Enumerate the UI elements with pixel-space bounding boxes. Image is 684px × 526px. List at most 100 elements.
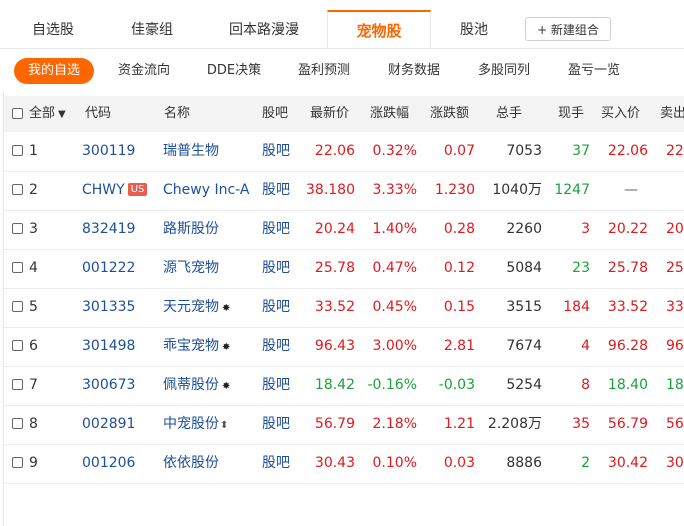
- market-badge: US: [127, 183, 148, 196]
- stock-name-link[interactable]: 瑞普生物: [163, 132, 219, 171]
- header-volume[interactable]: 总手: [496, 96, 522, 132]
- subnav-profit-forecast[interactable]: 盈利预测: [284, 58, 364, 84]
- new-group-button[interactable]: + 新建组合: [525, 17, 611, 41]
- current-volume: 8: [581, 377, 590, 393]
- total-volume: 7674: [506, 338, 542, 354]
- stock-name-link[interactable]: 天元宠物 ✸: [163, 288, 230, 327]
- stock-code: 001206: [82, 455, 136, 471]
- guba-link[interactable]: 股吧: [262, 405, 290, 444]
- guba-link[interactable]: 股吧: [262, 327, 290, 366]
- row-checkbox[interactable]: [12, 457, 23, 468]
- ask-price: 25.: [666, 260, 684, 276]
- latest-price: 33.52: [314, 299, 355, 315]
- stock-name: 佩蒂股份: [163, 377, 219, 393]
- header-ask[interactable]: 卖出: [660, 96, 684, 132]
- stock-name: 路斯股份: [163, 221, 219, 237]
- table-row[interactable]: 2 CHWY US Chewy Inc-A 股吧 38.180 3.33% 1.230 1040…: [4, 171, 684, 211]
- change-percent: 1.40%: [372, 221, 417, 237]
- row-index: 5: [29, 299, 38, 315]
- row-checkbox[interactable]: [12, 379, 23, 390]
- table-row[interactable]: 5 301335 天元宠物 ✸ 股吧 33.52 0.45% 0.15 3515 184 33.52…: [4, 288, 684, 328]
- change-percent: 0.10%: [372, 455, 417, 471]
- table-row[interactable]: 3 832419 路斯股份 股吧 20.24 1.40% 0.28 2260 3 20.22 20.: [4, 210, 684, 250]
- header-current[interactable]: 现手: [558, 96, 584, 132]
- guba-link[interactable]: 股吧: [262, 444, 290, 483]
- stock-code-link[interactable]: 002891: [82, 405, 135, 444]
- guba-link[interactable]: 股吧: [262, 210, 290, 249]
- stock-code-link[interactable]: 001222: [82, 249, 135, 288]
- stock-name-link[interactable]: Chewy Inc-A: [163, 171, 249, 210]
- stock-name: 天元宠物: [163, 299, 219, 315]
- header-name[interactable]: 名称: [164, 96, 190, 132]
- current-volume: 1247: [554, 182, 590, 198]
- table-row[interactable]: 4 001222 源飞宠物 股吧 25.78 0.47% 0.12 5084 23 25.78 25…: [4, 249, 684, 289]
- stock-code-link[interactable]: 301335: [82, 288, 135, 327]
- change-amount: 1.230: [434, 182, 475, 198]
- stock-name-link[interactable]: 佩蒂股份 ✸: [163, 366, 230, 405]
- current-volume: 184: [563, 299, 590, 315]
- row-checkbox[interactable]: [12, 184, 23, 195]
- stock-code-link[interactable]: 301498: [82, 327, 135, 366]
- row-checkbox[interactable]: [12, 145, 23, 156]
- subnav-financial-data[interactable]: 财务数据: [374, 58, 454, 84]
- current-volume: 23: [572, 260, 590, 276]
- table-row[interactable]: 1 300119 瑞普生物 股吧 22.06 0.32% 0.07 7053 37 22.06 22…: [4, 132, 684, 172]
- stock-code: 300673: [82, 377, 136, 393]
- stock-code-link[interactable]: 300673: [82, 366, 135, 405]
- header-bar[interactable]: 股吧: [262, 96, 288, 132]
- row-checkbox[interactable]: [12, 340, 23, 351]
- select-all-checkbox[interactable]: [12, 108, 23, 119]
- guba-link[interactable]: 股吧: [262, 132, 290, 171]
- table-row[interactable]: 6 301498 乖宝宠物 ✸ 股吧 96.43 3.00% 2.81 7674 4 96.28 96…: [4, 327, 684, 367]
- latest-price: 38.180: [306, 182, 355, 198]
- row-checkbox[interactable]: [12, 262, 23, 273]
- stock-code: 001222: [82, 260, 136, 276]
- guba-link[interactable]: 股吧: [262, 366, 290, 405]
- header-price[interactable]: 最新价: [310, 96, 349, 132]
- stock-code: CHWY: [82, 182, 125, 198]
- subnav-dde[interactable]: DDE决策: [194, 58, 274, 84]
- ask-price: 30.: [666, 455, 684, 471]
- row-checkbox[interactable]: [12, 223, 23, 234]
- bid-price: 33.52: [607, 299, 648, 315]
- ask-price: 22.: [666, 143, 684, 159]
- guba-link[interactable]: 股吧: [262, 288, 290, 327]
- stock-code-link[interactable]: 300119: [82, 132, 135, 171]
- header-pct[interactable]: 涨跌幅: [370, 96, 409, 132]
- stock-code: 300119: [82, 143, 136, 159]
- header-bid[interactable]: 买入价: [601, 96, 640, 132]
- header-chg[interactable]: 涨跌额: [430, 96, 469, 132]
- stock-code: 301498: [82, 338, 136, 354]
- row-checkbox[interactable]: [12, 418, 23, 429]
- stock-name-link[interactable]: 源飞宠物: [163, 249, 219, 288]
- tab-huibenlu[interactable]: 回本路漫漫: [212, 12, 316, 48]
- tab-guchi[interactable]: 股池: [432, 12, 516, 48]
- change-amount: -0.03: [438, 377, 475, 393]
- subnav-multi-stock[interactable]: 多股同列: [464, 58, 544, 84]
- header-all[interactable]: 全部 ▼: [29, 96, 66, 132]
- tab-chongwugu[interactable]: 宠物股: [327, 10, 431, 48]
- table-row[interactable]: 7 300673 佩蒂股份 ✸ 股吧 18.42 -0.16% -0.03 5254 8 18.40…: [4, 366, 684, 406]
- guba-link[interactable]: 股吧: [262, 249, 290, 288]
- subnav-pnl-overview[interactable]: 盈亏一览: [554, 58, 634, 84]
- subnav-my-watchlist[interactable]: 我的自选: [14, 58, 94, 84]
- row-index: 1: [29, 143, 38, 159]
- stock-code-link[interactable]: 001206: [82, 444, 135, 483]
- header-code[interactable]: 代码: [85, 96, 111, 132]
- total-volume: 3515: [506, 299, 542, 315]
- stock-code: 301335: [82, 299, 136, 315]
- stock-name-link[interactable]: 依依股份: [163, 444, 219, 483]
- tab-jiahaozu[interactable]: 佳豪组: [103, 12, 201, 48]
- tab-zixuangu[interactable]: 自选股: [4, 12, 102, 48]
- stock-code-link[interactable]: CHWY US: [82, 171, 148, 210]
- stock-code-link[interactable]: 832419: [82, 210, 135, 249]
- stock-name-link[interactable]: 乖宝宠物 ✸: [163, 327, 230, 366]
- table-row[interactable]: 9 001206 依依股份 股吧 30.43 0.10% 0.03 8886 2 30.42 30.: [4, 444, 684, 484]
- current-volume: 37: [572, 143, 590, 159]
- guba-link[interactable]: 股吧: [262, 171, 290, 210]
- subnav-fund-flow[interactable]: 资金流向: [104, 58, 184, 84]
- stock-name-link[interactable]: 路斯股份: [163, 210, 219, 249]
- row-checkbox[interactable]: [12, 301, 23, 312]
- stock-name-link[interactable]: 中宠股份⬍: [163, 405, 228, 444]
- table-row[interactable]: 8 002891 中宠股份⬍ 股吧 56.79 2.18% 1.21 2.208万 35 56.7…: [4, 405, 684, 445]
